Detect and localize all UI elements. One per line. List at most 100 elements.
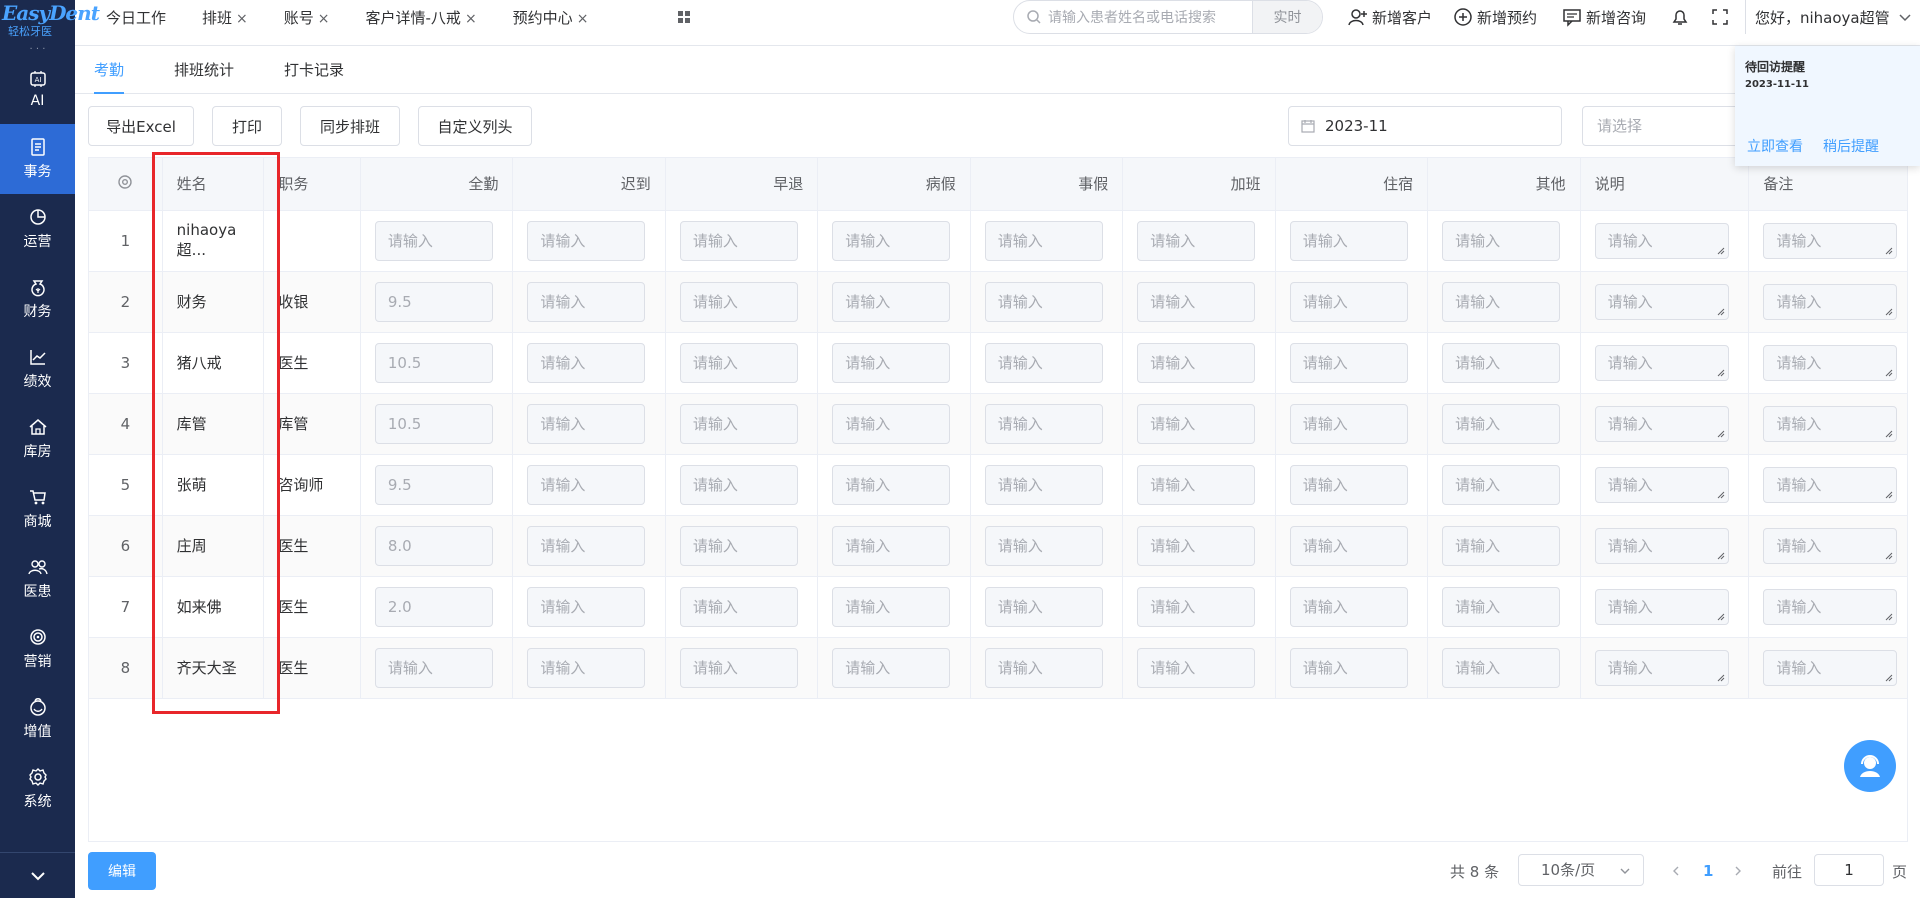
early-leave-input[interactable]: 请输入 [679,220,798,261]
close-icon[interactable]: × [318,11,330,27]
personal-leave-input[interactable]: 请输入 [984,586,1103,627]
resize-handle-icon[interactable] [1717,674,1725,682]
overtime-input[interactable]: 请输入 [1137,647,1256,688]
fullscreen-button[interactable] [1710,0,1734,34]
early-leave-input[interactable]: 请输入 [679,647,798,688]
sidebar-item-7[interactable]: 医患 [0,544,75,614]
user-menu[interactable]: 您好，nihaoya超管 [1755,0,1916,34]
top-tab-3[interactable]: 客户详情-八戒 × [334,7,481,28]
resize-handle-icon[interactable] [1885,308,1893,316]
search-mode-button[interactable]: 实时 [1252,1,1322,33]
sick-leave-input[interactable]: 请输入 [832,586,951,627]
goto-page-input[interactable]: 1 [1814,854,1884,886]
sick-leave-input[interactable]: 请输入 [832,403,951,444]
tab-clock-records[interactable]: 打卡记录 [284,46,344,94]
personal-leave-input[interactable]: 请输入 [984,220,1103,261]
new-customer-button[interactable]: 新增客户 [1348,0,1432,34]
lodging-input[interactable]: 请输入 [1289,464,1408,505]
remarks-textarea[interactable]: 请输入 [1763,466,1898,503]
tab-schedule-stats[interactable]: 排班统计 [174,46,234,94]
resize-handle-icon[interactable] [1717,247,1725,255]
description-textarea[interactable]: 请输入 [1594,222,1729,259]
resize-handle-icon[interactable] [1885,552,1893,560]
resize-handle-icon[interactable] [1885,674,1893,682]
remarks-textarea[interactable]: 请输入 [1763,344,1898,381]
remarks-textarea[interactable]: 请输入 [1763,405,1898,442]
sidebar-collapse-button[interactable] [0,852,75,898]
description-textarea[interactable]: 请输入 [1594,588,1729,625]
sidebar-item-4[interactable]: 绩效 [0,334,75,404]
resize-handle-icon[interactable] [1717,430,1725,438]
other-input[interactable]: 请输入 [1442,342,1561,383]
overtime-input[interactable]: 请输入 [1137,281,1256,322]
resize-handle-icon[interactable] [1885,613,1893,621]
sidebar-item-6[interactable]: 商城 [0,474,75,544]
view-now-link[interactable]: 立即查看 [1747,136,1803,156]
description-textarea[interactable]: 请输入 [1594,405,1729,442]
sick-leave-input[interactable]: 请输入 [832,525,951,566]
top-tab-0[interactable]: 今日工作 [75,7,170,28]
close-icon[interactable]: × [236,11,248,27]
sick-leave-input[interactable]: 请输入 [832,281,951,322]
remarks-textarea[interactable]: 请输入 [1763,527,1898,564]
early-leave-input[interactable]: 请输入 [679,525,798,566]
description-textarea[interactable]: 请输入 [1594,283,1729,320]
late-input[interactable]: 请输入 [527,281,646,322]
overtime-input[interactable]: 请输入 [1137,342,1256,383]
late-input[interactable]: 请输入 [527,342,646,383]
personal-leave-input[interactable]: 请输入 [984,342,1103,383]
full-attendance-input[interactable]: 2.0 [374,586,493,627]
resize-handle-icon[interactable] [1717,491,1725,499]
sidebar-item-1[interactable]: 事务 [0,124,75,194]
sick-leave-input[interactable]: 请输入 [832,464,951,505]
lodging-input[interactable]: 请输入 [1289,586,1408,627]
page-number[interactable]: 1 [1703,852,1713,890]
sync-schedule-button[interactable]: 同步排班 [300,106,400,146]
early-leave-input[interactable]: 请输入 [679,281,798,322]
prev-page-button[interactable] [1670,852,1682,890]
lodging-input[interactable]: 请输入 [1289,647,1408,688]
full-attendance-input[interactable]: 10.5 [374,342,493,383]
full-attendance-input[interactable]: 请输入 [374,647,493,688]
full-attendance-input[interactable]: 8.0 [374,525,493,566]
resize-handle-icon[interactable] [1885,247,1893,255]
customer-service-button[interactable] [1844,740,1896,792]
new-appointment-button[interactable]: 新增预约 [1453,0,1537,34]
resize-handle-icon[interactable] [1717,552,1725,560]
sick-leave-input[interactable]: 请输入 [832,220,951,261]
notification-button[interactable] [1670,0,1694,34]
personal-leave-input[interactable]: 请输入 [984,403,1103,444]
overtime-input[interactable]: 请输入 [1137,403,1256,444]
lodging-input[interactable]: 请输入 [1289,220,1408,261]
late-input[interactable]: 请输入 [527,464,646,505]
page-size-select[interactable]: 10条/页 [1518,854,1644,886]
export-excel-button[interactable]: 导出Excel [88,106,194,146]
sick-leave-input[interactable]: 请输入 [832,342,951,383]
personal-leave-input[interactable]: 请输入 [984,281,1103,322]
resize-handle-icon[interactable] [1717,308,1725,316]
top-tab-4[interactable]: 预约中心 × [481,7,593,28]
top-tab-1[interactable]: 排班 × [170,7,252,28]
overtime-input[interactable]: 请输入 [1137,220,1256,261]
sidebar-item-0[interactable]: AI AI [0,54,75,124]
personal-leave-input[interactable]: 请输入 [984,464,1103,505]
sidebar-item-10[interactable]: 系统 [0,754,75,824]
resize-handle-icon[interactable] [1717,369,1725,377]
other-input[interactable]: 请输入 [1442,220,1561,261]
sidebar-item-5[interactable]: 库房 [0,404,75,474]
early-leave-input[interactable]: 请输入 [679,342,798,383]
tab-attendance[interactable]: 考勤 [94,46,125,94]
late-input[interactable]: 请输入 [527,586,646,627]
lodging-input[interactable]: 请输入 [1289,525,1408,566]
other-input[interactable]: 请输入 [1442,281,1561,322]
lodging-input[interactable]: 请输入 [1289,403,1408,444]
personal-leave-input[interactable]: 请输入 [984,525,1103,566]
description-textarea[interactable]: 请输入 [1594,466,1729,503]
top-tab-2[interactable]: 账号 × [252,7,334,28]
sidebar-item-8[interactable]: 营销 [0,614,75,684]
close-icon[interactable]: × [577,11,589,27]
full-attendance-input[interactable]: 9.5 [374,464,493,505]
description-textarea[interactable]: 请输入 [1594,344,1729,381]
overtime-input[interactable]: 请输入 [1137,586,1256,627]
sidebar-item-9[interactable]: 增值 [0,684,75,754]
